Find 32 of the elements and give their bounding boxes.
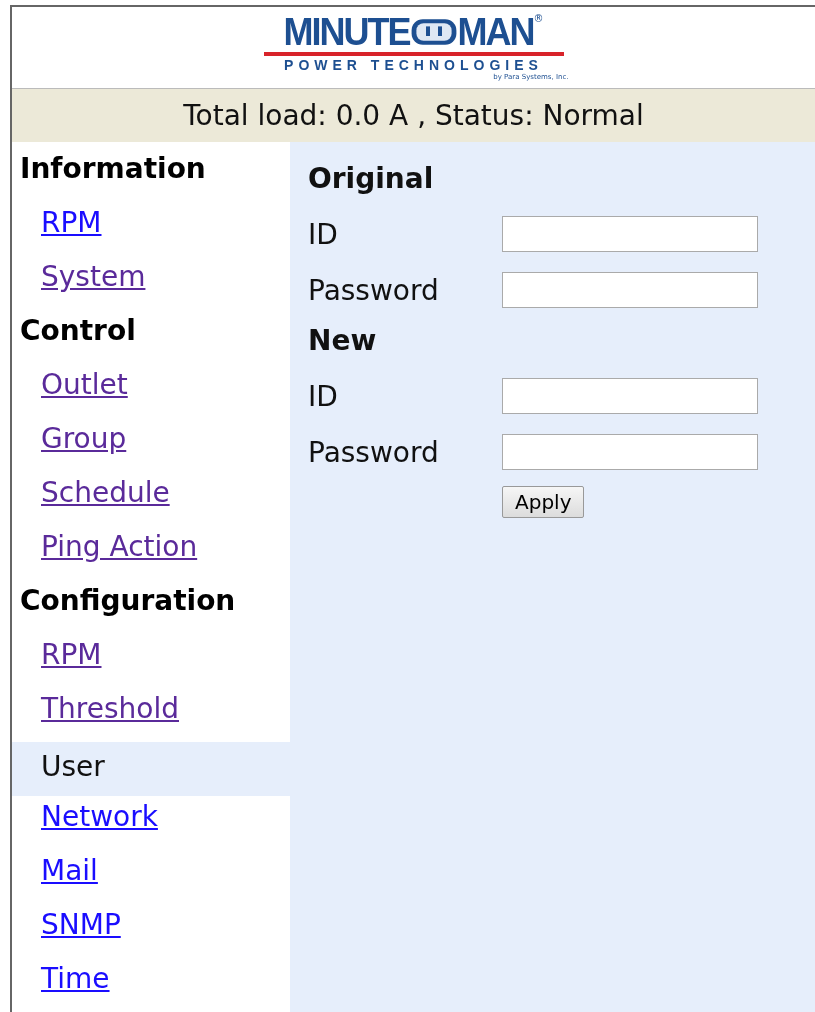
sidebar-link[interactable]: SNMP bbox=[41, 908, 121, 941]
form-section-title: New bbox=[308, 323, 378, 359]
logo-tagline: POWER TECHNOLOGIES bbox=[284, 57, 543, 74]
sidebar-link[interactable]: Group bbox=[41, 422, 127, 455]
registered-mark: ® bbox=[533, 13, 544, 25]
sidebar-link[interactable]: Mail bbox=[41, 854, 98, 887]
input-field[interactable] bbox=[502, 216, 758, 252]
sidebar-link[interactable]: Outlet bbox=[41, 368, 128, 401]
sidebar-link[interactable]: Time bbox=[41, 962, 110, 995]
field-label: Password bbox=[308, 435, 440, 469]
sidebar-link[interactable]: Ping Action bbox=[41, 530, 198, 563]
sidebar-link[interactable]: Threshold bbox=[41, 692, 179, 725]
sidebar-link[interactable]: Schedule bbox=[41, 476, 170, 509]
sidebar-link[interactable]: RPM bbox=[41, 638, 102, 671]
logo-wordmark: MINUTE bbox=[283, 11, 410, 54]
field-label: ID bbox=[308, 379, 339, 413]
input-field[interactable] bbox=[502, 272, 758, 308]
sidebar-link[interactable]: System bbox=[41, 260, 146, 293]
sidebar-link[interactable]: RPM bbox=[41, 206, 102, 239]
input-field[interactable] bbox=[502, 434, 758, 470]
apply-button[interactable]: Apply bbox=[502, 486, 585, 518]
status-bar: Total load: 0.0 A , Status: Normal bbox=[12, 89, 815, 142]
field-label: Password bbox=[308, 273, 440, 307]
form-section-title: Original bbox=[308, 161, 435, 197]
sidebar-heading: Information bbox=[19, 151, 207, 187]
field-label: ID bbox=[308, 217, 339, 251]
sidebar-item-current[interactable]: User bbox=[12, 742, 290, 796]
input-field[interactable] bbox=[502, 378, 758, 414]
sidebar-heading: Configuration bbox=[19, 583, 237, 619]
sidebar-heading: Control bbox=[19, 313, 137, 349]
sidebar-link[interactable]: Network bbox=[41, 800, 158, 833]
logo-wordmark: MAN bbox=[457, 11, 534, 54]
